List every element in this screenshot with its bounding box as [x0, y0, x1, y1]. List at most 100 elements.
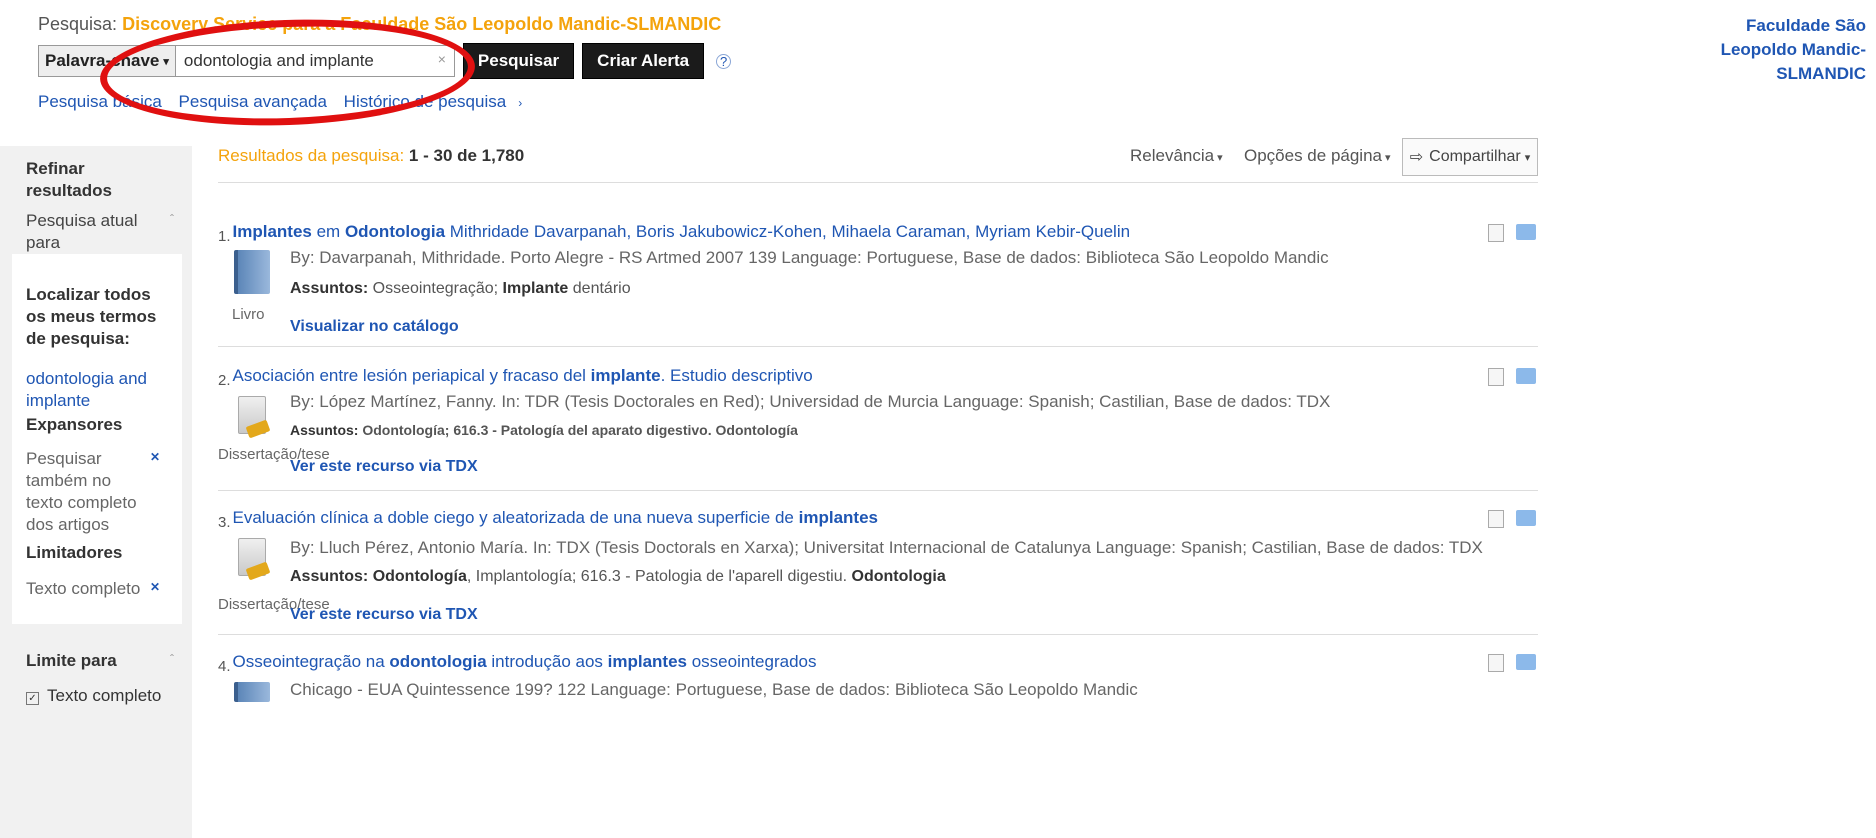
- expanders-heading: Expansores: [26, 415, 123, 434]
- result-title[interactable]: 3. Evaluación clínica a doble ciego y ale…: [218, 508, 878, 531]
- result-byline: By: Davarpanah, Mithridade. Porto Alegre…: [290, 248, 1329, 267]
- title-part: Implantes: [232, 222, 312, 241]
- institution-name[interactable]: Faculdade São Leopoldo Mandic- SLMANDIC: [1656, 14, 1866, 86]
- preview-icon[interactable]: [1488, 510, 1504, 528]
- divider: [218, 490, 1538, 491]
- title-part: implantes: [607, 652, 687, 671]
- search-terms-link[interactable]: odontologia and implante: [26, 368, 147, 412]
- title-part: introdução aos: [486, 652, 608, 671]
- title-part: odontologia: [389, 652, 487, 671]
- fulltext-checkbox[interactable]: ✓ Texto completo: [26, 686, 161, 706]
- result-title[interactable]: 2. Asociación entre lesión periapical y f…: [218, 366, 813, 389]
- heading-line: Pesquisa atual: [26, 211, 138, 230]
- expander-fulltext[interactable]: Pesquisar também no texto completo dos a…: [26, 448, 137, 536]
- result-subjects: Assuntos: Odontología; 616.3 - Patología…: [290, 422, 798, 438]
- label-line: os meus termos: [26, 307, 157, 326]
- title-part: Odontologia: [344, 222, 446, 241]
- dissertation-icon[interactable]: [238, 396, 266, 434]
- term-line: implante: [26, 391, 91, 410]
- help-icon[interactable]: ?: [716, 53, 732, 69]
- sort-dropdown[interactable]: Relevância ▾: [1130, 146, 1223, 166]
- result-byline: By: Lluch Pérez, Antonio María. In: TDX …: [290, 538, 1483, 557]
- result-item: 1. Implantes em Odontologia Mithridade Da…: [218, 222, 1538, 340]
- add-to-folder-icon[interactable]: [1516, 510, 1536, 526]
- heading-line: Refinar: [26, 159, 85, 178]
- preview-icon[interactable]: [1488, 224, 1504, 242]
- title-part: implante: [590, 366, 661, 385]
- remove-limiter-icon[interactable]: ✕: [150, 580, 164, 594]
- share-icon: ⇨: [1409, 149, 1424, 166]
- results-range: 1 - 30 de 1,780: [408, 146, 525, 165]
- chevron-up-icon[interactable]: ˆ: [170, 212, 174, 226]
- book-icon[interactable]: [234, 250, 270, 294]
- institution-line: Faculdade São: [1746, 16, 1866, 35]
- result-number: 3.: [218, 514, 231, 531]
- search-button[interactable]: Pesquisar: [462, 43, 575, 79]
- result-actions: [1488, 508, 1538, 528]
- results-count: Resultados da pesquisa: 1 - 30 de 1,780: [218, 146, 524, 166]
- add-to-folder-icon[interactable]: [1516, 654, 1536, 670]
- result-item: 4. Osseointegração na odontologia introdu…: [218, 652, 1538, 712]
- current-search-heading[interactable]: Pesquisa atual para: [26, 210, 138, 254]
- institution-line: Leopoldo Mandic-: [1720, 40, 1866, 59]
- result-actions: [1488, 366, 1538, 386]
- limiter-fulltext[interactable]: Texto completo: [26, 578, 140, 600]
- page-options-label: Opções de página: [1244, 146, 1382, 165]
- label-line: Localizar todos: [26, 285, 151, 304]
- book-icon[interactable]: [234, 682, 270, 702]
- divider: [218, 182, 1538, 183]
- view-resource-link[interactable]: Ver este recurso via TDX: [290, 606, 478, 624]
- expander-line: Pesquisar: [26, 449, 102, 468]
- result-item: 3. Evaluación clínica a doble ciego y ale…: [218, 508, 1538, 624]
- caret-down-icon: ▾: [1524, 151, 1531, 164]
- title-part: implantes: [798, 508, 878, 527]
- preview-icon[interactable]: [1488, 654, 1504, 672]
- sort-label: Relevância: [1130, 146, 1215, 165]
- view-resource-link[interactable]: Ver este recurso via TDX: [290, 458, 478, 476]
- publication-type: Livro: [232, 306, 265, 323]
- subjects-label: Assuntos:: [290, 568, 369, 585]
- result-number: 2.: [218, 372, 231, 389]
- add-to-folder-icon[interactable]: [1516, 224, 1536, 240]
- chevron-up-icon[interactable]: ˆ: [170, 652, 174, 666]
- dissertation-icon[interactable]: [238, 538, 266, 576]
- result-byline: By: López Martínez, Fanny. In: TDR (Tesi…: [290, 392, 1331, 411]
- caret-down-icon: ▾: [1214, 152, 1223, 164]
- checkbox-checked-icon[interactable]: ✓: [26, 692, 39, 705]
- subject-part: , Implantología; 616.3 - Patologia de l'…: [466, 568, 852, 585]
- limiters-heading: Limitadores: [26, 543, 123, 562]
- heading-line: para: [26, 233, 61, 252]
- share-button[interactable]: ⇨ Compartilhar ▾: [1402, 138, 1538, 176]
- expander-line: dos artigos: [26, 515, 110, 534]
- institution-line: SLMANDIC: [1776, 64, 1866, 83]
- title-part: em: [311, 222, 345, 241]
- result-title[interactable]: 1. Implantes em Odontologia Mithridade Da…: [218, 222, 1130, 245]
- limit-to-heading: Limite para: [26, 651, 117, 670]
- create-alert-button[interactable]: Criar Alerta: [582, 43, 705, 79]
- label-line: de pesquisa:: [26, 329, 130, 348]
- add-to-folder-icon[interactable]: [1516, 368, 1536, 384]
- view-in-catalog-link[interactable]: Visualizar no catálogo: [290, 318, 459, 336]
- result-number: 4.: [218, 658, 231, 675]
- chevron-right-icon: ›: [518, 96, 523, 110]
- divider: [218, 634, 1538, 635]
- expander-line: também no: [26, 471, 112, 490]
- page-options-dropdown[interactable]: Opções de página ▾: [1244, 146, 1391, 166]
- result-actions: [1488, 222, 1538, 242]
- term-line: odontologia and: [26, 369, 148, 388]
- title-part: Evaluación clínica a doble ciego y aleat…: [232, 508, 799, 527]
- result-actions: [1488, 652, 1538, 672]
- title-part: osseointegrados: [687, 652, 817, 671]
- subject-part: Implante: [502, 280, 569, 297]
- refine-results-heading: Refinar resultados: [26, 158, 112, 202]
- result-title[interactable]: 4. Osseointegração na odontologia introdu…: [218, 652, 816, 675]
- header: Pesquisa: Discovery Service para a Facul…: [0, 0, 1876, 132]
- scope-label: Pesquisa:: [38, 14, 118, 34]
- remove-expander-icon[interactable]: ✕: [150, 450, 164, 464]
- subject-part: Odontologia: [851, 568, 946, 585]
- heading-line: resultados: [26, 181, 112, 200]
- result-number: 1.: [218, 228, 231, 245]
- subjects-label: Assuntos:: [290, 422, 359, 438]
- preview-icon[interactable]: [1488, 368, 1504, 386]
- expander-line: texto completo: [26, 493, 137, 512]
